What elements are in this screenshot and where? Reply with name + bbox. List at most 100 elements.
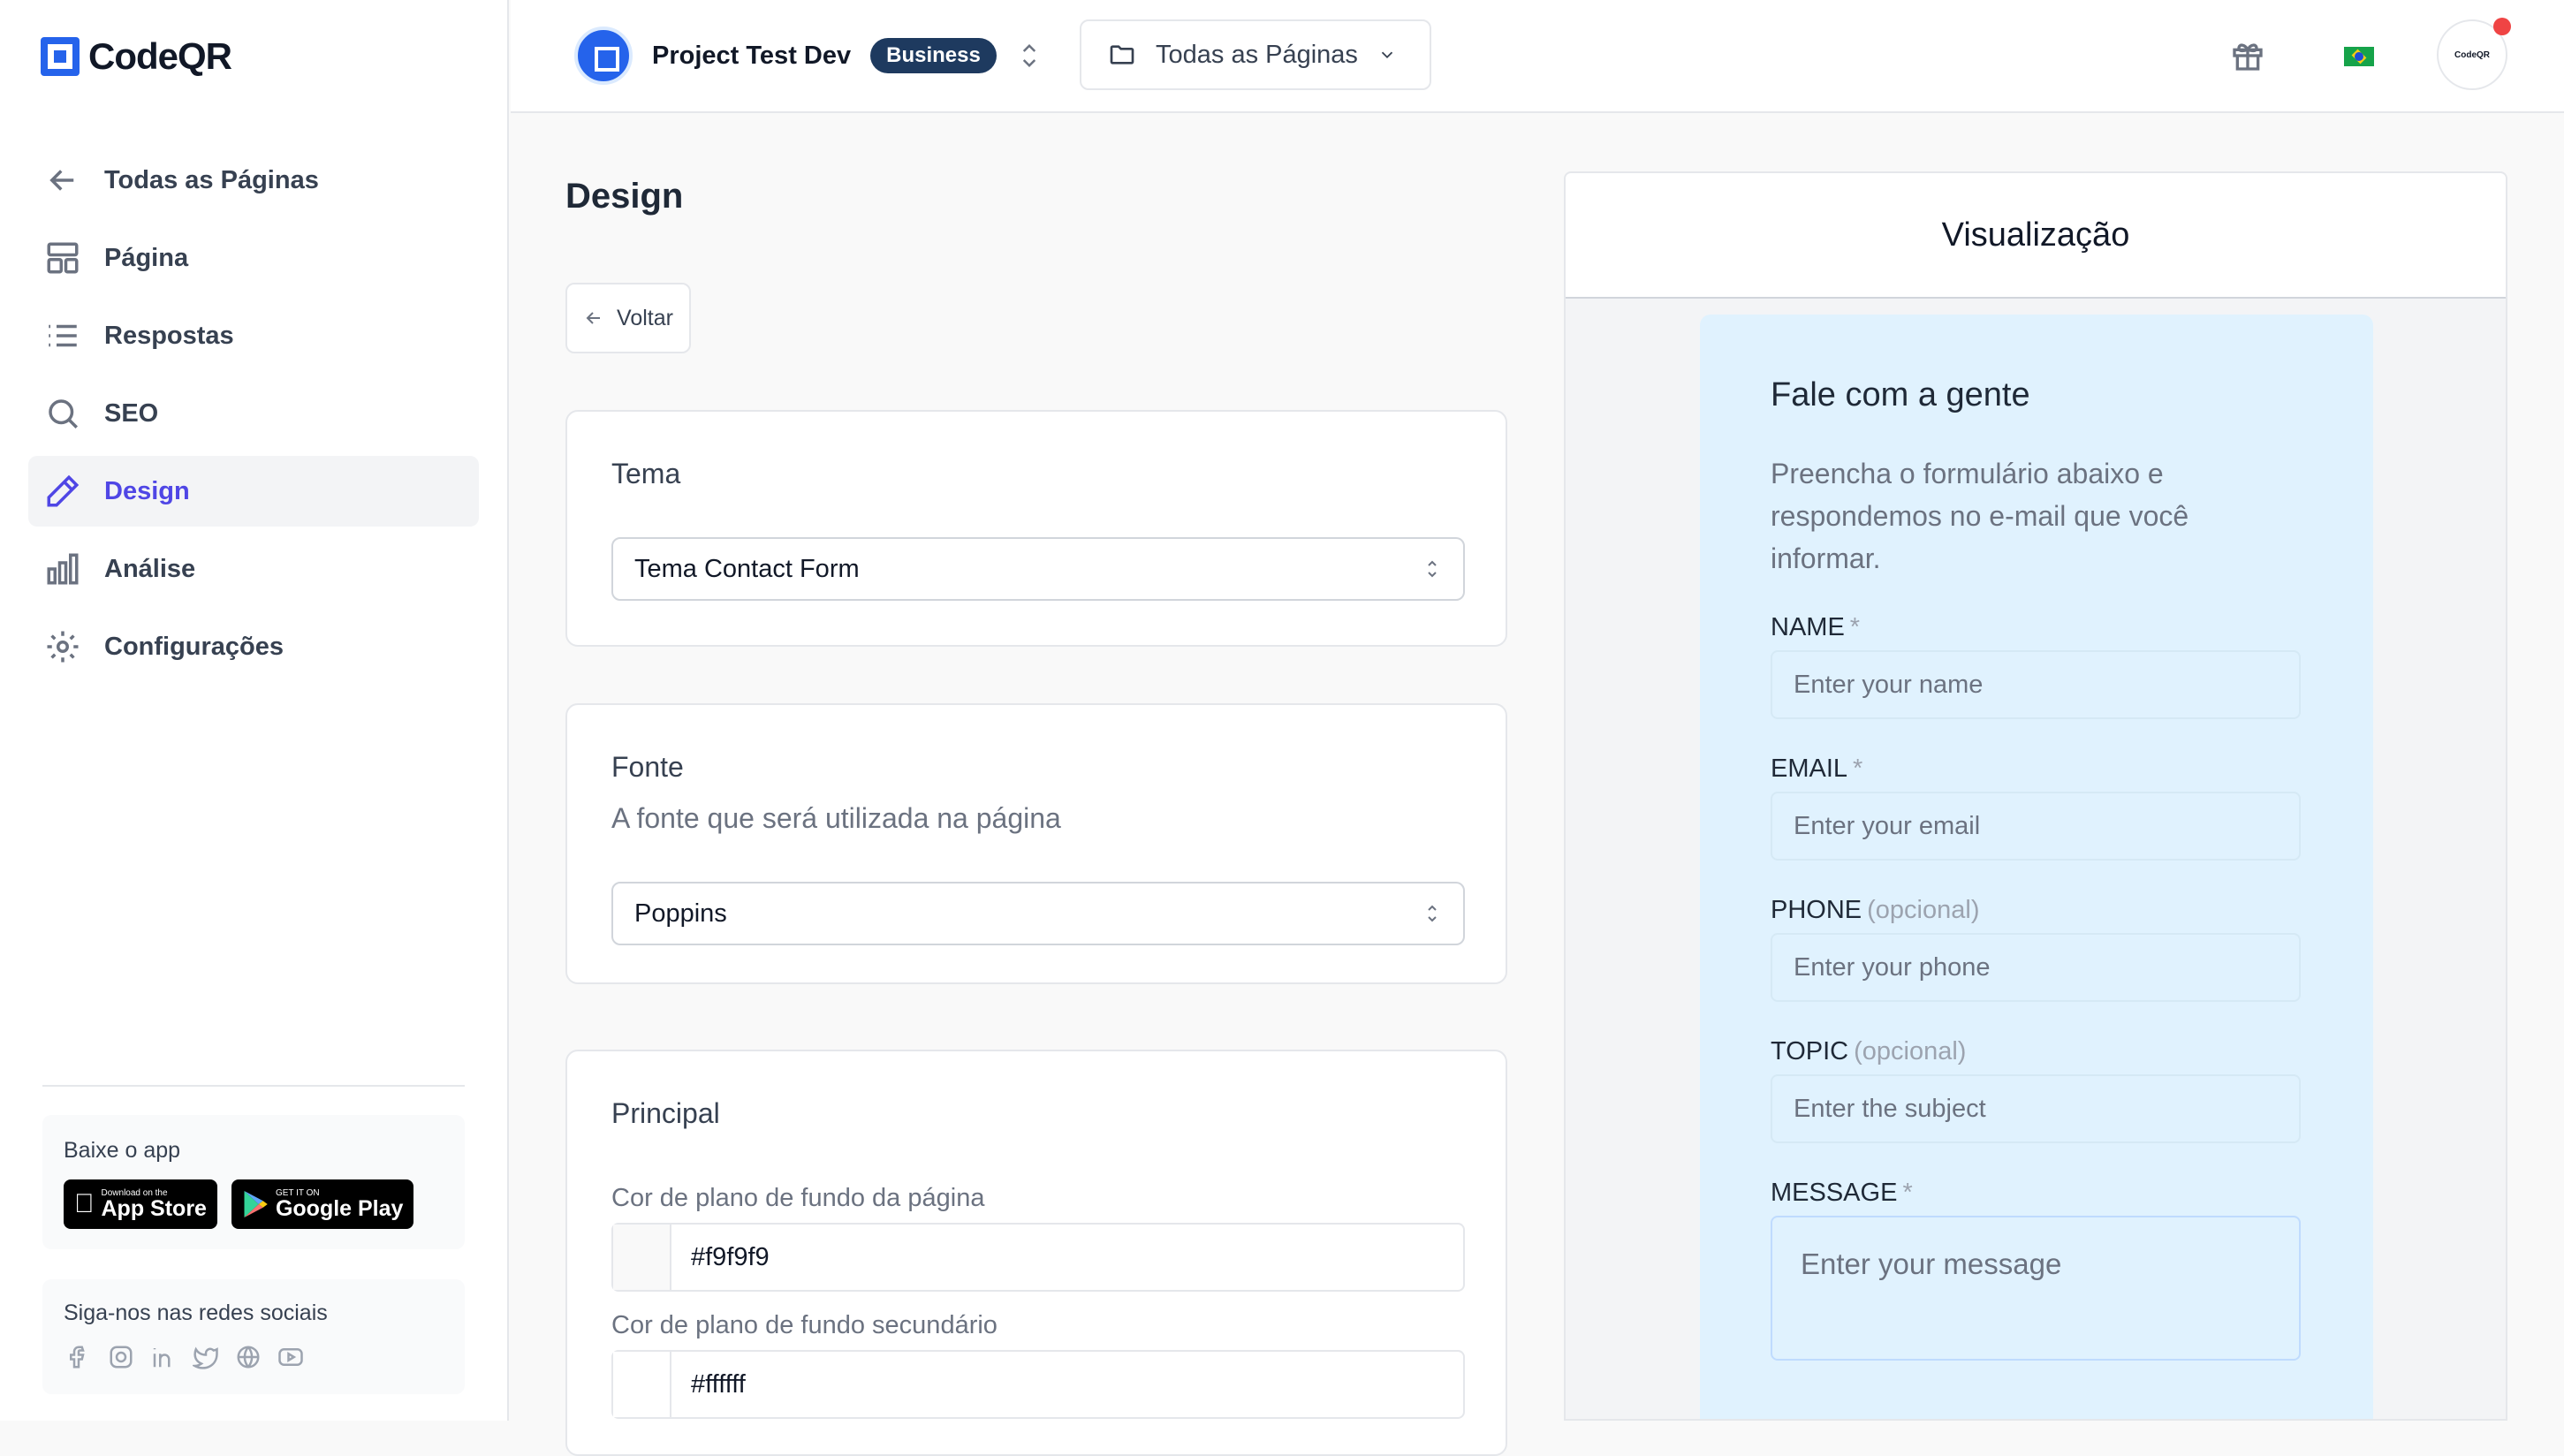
email-label: EMAIL *: [1771, 755, 1862, 784]
message-field[interactable]: Enter your message: [1771, 1216, 2301, 1361]
bg-color-input[interactable]: #f9f9f9: [611, 1223, 1465, 1292]
sidebar-item-design[interactable]: Design: [28, 456, 479, 527]
message-label-text: MESSAGE: [1771, 1179, 1898, 1207]
sidebar-item-responses[interactable]: Respostas: [28, 300, 479, 371]
bg2-color-label: Cor de plano de fundo secundário: [611, 1311, 998, 1339]
gear-icon: [44, 628, 81, 665]
download-app-box: Baixe o app  Download on theApp Store G…: [42, 1115, 465, 1249]
sidebar-item-seo[interactable]: SEO: [28, 378, 479, 449]
facebook-icon[interactable]: [64, 1342, 94, 1372]
codeqr-logo[interactable]: CodeQR: [41, 35, 232, 78]
globe-icon[interactable]: [233, 1342, 263, 1372]
brand-name: CodeQR: [88, 35, 232, 77]
sidebar-divider: [42, 1085, 465, 1087]
bg2-color-input[interactable]: #ffffff: [611, 1350, 1465, 1419]
sidebar-item-label: Design: [104, 476, 190, 505]
arrow-left-icon: [44, 162, 81, 199]
back-button-label: Voltar: [617, 305, 673, 330]
form-description: Preencha o formulário abaixo e respondem…: [1771, 458, 2189, 574]
pencil-icon: [44, 473, 81, 510]
chevron-updown-icon: [1422, 556, 1442, 582]
user-avatar-label: CodeQR: [2454, 49, 2490, 60]
theme-select-value: Tema Contact Form: [634, 554, 860, 583]
required-mark: *: [1849, 613, 1861, 641]
email-label-text: EMAIL: [1771, 755, 1848, 783]
bar-chart-icon: [44, 550, 81, 588]
layout-icon: [44, 239, 81, 277]
sidebar-nav: Todas as Páginas Página Respostas SEO De…: [28, 145, 479, 689]
bg2-color-swatch[interactable]: [613, 1352, 671, 1417]
chevron-updown-icon: [1422, 900, 1442, 927]
arrow-left-icon: [583, 307, 604, 329]
form-title: Fale com a gente: [1771, 376, 2030, 413]
twitter-icon[interactable]: [191, 1342, 221, 1372]
chevron-down-icon: [1377, 45, 1397, 64]
instagram-icon[interactable]: [106, 1342, 136, 1372]
download-app-title: Baixe o app: [64, 1138, 181, 1163]
app-store-button[interactable]:  Download on theApp Store: [64, 1179, 217, 1229]
sidebar-item-label: Página: [104, 243, 189, 272]
font-select[interactable]: Poppins: [611, 882, 1465, 945]
brazil-flag-icon[interactable]: [2344, 47, 2374, 66]
project-avatar: [574, 27, 633, 85]
sidebar: CodeQR Todas as Páginas Página Respostas…: [0, 0, 509, 1421]
gift-icon[interactable]: [2230, 38, 2265, 73]
codeqr-logo-icon: [41, 37, 80, 76]
email-placeholder: Enter your email: [1794, 811, 1981, 840]
sidebar-item-label: SEO: [104, 398, 159, 428]
message-label: MESSAGE *: [1771, 1179, 1913, 1208]
topbar: Project Test Dev Business Todas as Págin…: [511, 0, 2564, 113]
font-title: Fonte: [611, 751, 684, 783]
bg-color-swatch[interactable]: [613, 1225, 671, 1290]
plan-badge: Business: [870, 38, 997, 73]
google-play-button[interactable]: GET IT ON Google Play: [231, 1179, 414, 1229]
google-play-icon: [242, 1189, 269, 1219]
chevron-updown-icon[interactable]: [1016, 38, 1043, 73]
font-select-value: Poppins: [634, 899, 727, 928]
preview-panel: Visualização Fale com a gente Preencha o…: [1564, 171, 2507, 1421]
preview-body: Fale com a gente Preencha o formulário a…: [1566, 299, 2506, 1419]
search-icon: [44, 395, 81, 432]
theme-card: Tema Tema Contact Form: [565, 410, 1507, 647]
sidebar-item-page[interactable]: Página: [28, 223, 479, 293]
topic-field[interactable]: Enter the subject: [1771, 1074, 2301, 1143]
sidebar-item-label: Todas as Páginas: [104, 165, 319, 194]
phone-label: PHONE (opcional): [1771, 896, 1979, 925]
email-field[interactable]: Enter your email: [1771, 792, 2301, 861]
sidebar-item-label: Configurações: [104, 632, 284, 661]
sidebar-item-label: Análise: [104, 554, 196, 583]
optional-mark: (opcional): [1854, 1037, 1967, 1065]
name-label: NAME *: [1771, 613, 1860, 642]
topic-label-text: TOPIC: [1771, 1037, 1849, 1065]
bg-color-value: #f9f9f9: [691, 1242, 770, 1271]
back-button[interactable]: Voltar: [565, 283, 691, 353]
sidebar-item-label: Respostas: [104, 321, 234, 350]
principal-card: Principal Cor de plano de fundo da págin…: [565, 1050, 1507, 1456]
apple-icon: : [74, 1189, 95, 1219]
name-field[interactable]: Enter your name: [1771, 650, 2301, 719]
page-title: Design: [565, 177, 684, 216]
optional-mark: (opcional): [1867, 896, 1980, 924]
name-label-text: NAME: [1771, 613, 1845, 641]
topic-placeholder: Enter the subject: [1794, 1094, 1986, 1123]
google-play-big: Google Play: [255, 1195, 403, 1221]
project-switcher[interactable]: Project Test Dev Business: [574, 27, 1043, 85]
theme-title: Tema: [611, 458, 681, 489]
sidebar-item-settings[interactable]: Configurações: [28, 611, 479, 682]
name-placeholder: Enter your name: [1794, 670, 1984, 699]
sidebar-item-analytics[interactable]: Análise: [28, 534, 479, 604]
theme-select[interactable]: Tema Contact Form: [611, 537, 1465, 601]
social-title: Siga-nos nas redes sociais: [64, 1301, 328, 1325]
youtube-icon[interactable]: [276, 1342, 306, 1372]
app-store-big: App Store: [81, 1195, 207, 1221]
bg-color-label: Cor de plano de fundo da página: [611, 1184, 985, 1212]
linkedin-icon[interactable]: [148, 1342, 178, 1372]
phone-label-text: PHONE: [1771, 896, 1862, 924]
topic-label: TOPIC (opcional): [1771, 1037, 1966, 1066]
font-subtitle: A fonte que será utilizada na página: [611, 802, 1061, 834]
project-name: Project Test Dev: [652, 41, 852, 70]
bg2-color-value: #ffffff: [691, 1369, 746, 1399]
pages-dropdown[interactable]: Todas as Páginas: [1080, 19, 1431, 90]
phone-field[interactable]: Enter your phone: [1771, 933, 2301, 1002]
sidebar-item-all-pages[interactable]: Todas as Páginas: [28, 145, 479, 216]
